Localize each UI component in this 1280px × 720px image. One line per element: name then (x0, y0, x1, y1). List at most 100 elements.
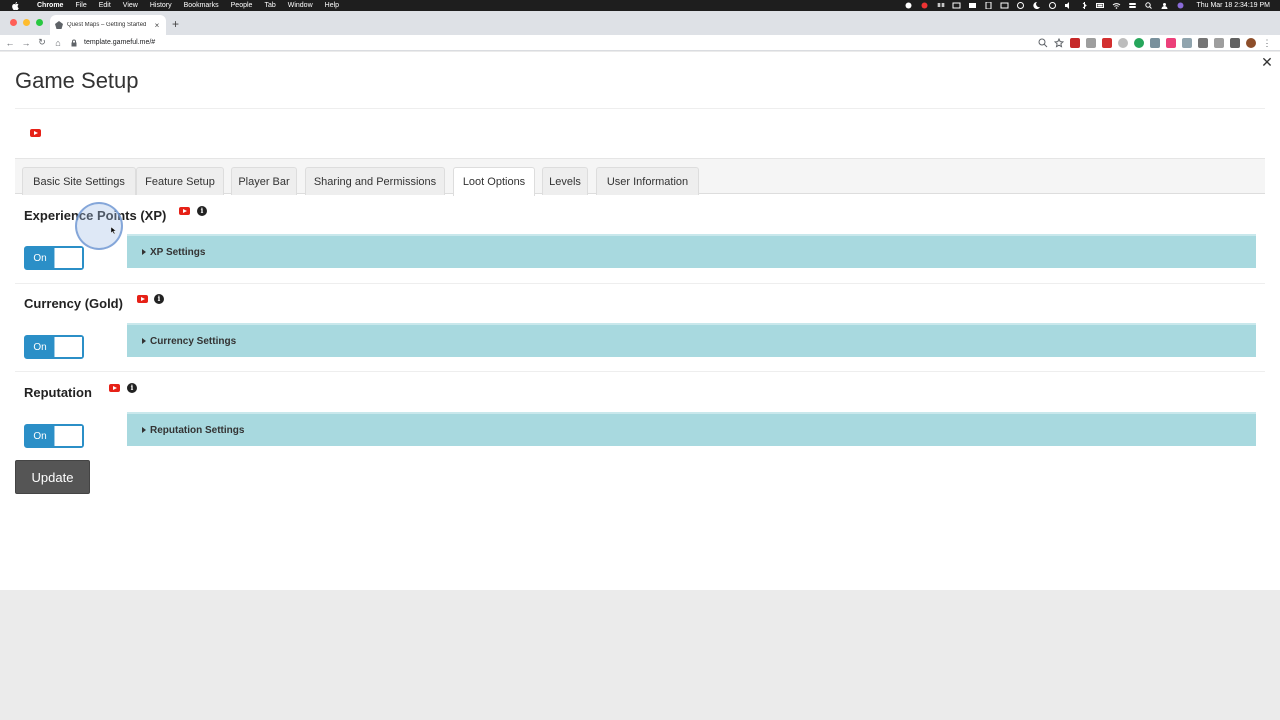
extension-icon[interactable] (1086, 38, 1096, 48)
xp-toggle[interactable]: On (24, 246, 84, 270)
currency-toggle[interactable]: On (24, 335, 84, 359)
toggle-knob (54, 248, 82, 268)
zoom-icon[interactable] (1038, 38, 1048, 48)
tab-close-icon[interactable]: × (152, 21, 162, 30)
menu-app-name[interactable]: Chrome (37, 0, 63, 11)
tab-feature-setup[interactable]: Feature Setup (136, 167, 224, 195)
youtube-icon[interactable] (137, 295, 148, 303)
page-title: Game Setup (15, 68, 139, 93)
status-icon[interactable] (1016, 2, 1025, 9)
status-icon[interactable] (904, 2, 913, 9)
wifi-icon[interactable] (1112, 2, 1121, 9)
status-icon[interactable] (1000, 2, 1009, 9)
lock-icon[interactable] (70, 39, 78, 47)
youtube-icon[interactable] (179, 207, 190, 215)
bluetooth-icon[interactable] (1080, 2, 1089, 9)
xp-settings-label: XP Settings (150, 246, 206, 258)
divider (15, 371, 1265, 372)
close-icon[interactable]: ✕ (1260, 55, 1274, 69)
profile-avatar[interactable] (1246, 38, 1256, 48)
tab-player-bar[interactable]: Player Bar (231, 167, 297, 195)
back-button[interactable]: ← (2, 38, 18, 48)
status-icon[interactable] (920, 2, 929, 9)
toggle-on-label: On (26, 248, 54, 268)
extensions-puzzle-icon[interactable] (1230, 38, 1240, 48)
address-bar[interactable]: template.gameful.me/# (70, 37, 1090, 49)
close-window-button[interactable] (10, 19, 17, 26)
menu-help[interactable]: Help (325, 0, 339, 11)
moon-icon[interactable] (1032, 1, 1041, 9)
extension-icon[interactable] (1118, 38, 1128, 48)
status-icon[interactable] (984, 1, 993, 10)
menu-history[interactable]: History (150, 0, 172, 11)
user-icon[interactable] (1160, 2, 1169, 9)
home-button[interactable]: ⌂ (50, 38, 66, 48)
extension-icon[interactable] (1182, 38, 1192, 48)
extensions-area: ⋮ (1038, 38, 1272, 48)
tab-loot-options[interactable]: Loot Options (453, 167, 535, 196)
expand-triangle-icon (142, 427, 146, 433)
toggle-knob (54, 426, 82, 446)
extension-icon[interactable] (1166, 38, 1176, 48)
battery-icon[interactable] (1096, 2, 1105, 9)
extension-icon[interactable] (1150, 38, 1160, 48)
chrome-menu-icon[interactable]: ⋮ (1262, 38, 1272, 48)
toggle-knob (54, 337, 82, 357)
menu-view[interactable]: View (123, 0, 138, 11)
menu-edit[interactable]: Edit (99, 0, 111, 11)
extension-icon[interactable] (1070, 38, 1080, 48)
tab-levels[interactable]: Levels (542, 167, 588, 195)
tab-user-information[interactable]: User Information (596, 167, 699, 195)
menu-window[interactable]: Window (288, 0, 313, 11)
window-controls (10, 19, 43, 26)
settings-tabs: Basic Site Settings Feature Setup Player… (15, 158, 1265, 196)
forward-button[interactable]: → (18, 38, 34, 48)
dropbox-icon[interactable] (936, 2, 946, 9)
currency-settings-panel[interactable]: Currency Settings (127, 323, 1256, 357)
fullscreen-window-button[interactable] (36, 19, 43, 26)
menu-file[interactable]: File (75, 0, 86, 11)
update-button[interactable]: Update (15, 460, 90, 494)
minimize-window-button[interactable] (23, 19, 30, 26)
menu-people[interactable]: People (231, 0, 253, 11)
siri-icon[interactable] (1176, 2, 1185, 9)
reputation-toggle[interactable]: On (24, 424, 84, 448)
reputation-settings-panel[interactable]: Reputation Settings (127, 412, 1256, 446)
bookmark-star-icon[interactable] (1054, 38, 1064, 48)
extension-icon[interactable] (1102, 38, 1112, 48)
expand-triangle-icon (142, 338, 146, 344)
section-title-reputation: Reputation (24, 385, 92, 400)
tab-basic-site-settings[interactable]: Basic Site Settings (22, 167, 136, 195)
volume-icon[interactable] (1064, 2, 1073, 9)
search-icon[interactable] (1144, 2, 1153, 9)
youtube-icon[interactable] (109, 384, 120, 392)
browser-toolbar: ← → ↻ ⌂ template.gameful.me/# ⋮ (0, 35, 1280, 51)
browser-tab[interactable]: Quest Maps – Getting Started × (50, 15, 166, 35)
menu-bookmarks[interactable]: Bookmarks (184, 0, 219, 11)
info-icon[interactable]: i (154, 294, 164, 304)
status-icon[interactable] (1048, 2, 1057, 9)
url-text[interactable]: template.gameful.me/# (84, 39, 155, 46)
reload-button[interactable]: ↻ (34, 37, 50, 48)
extension-icon[interactable] (1214, 38, 1224, 48)
tab-sharing-and-permissions[interactable]: Sharing and Permissions (305, 167, 445, 195)
status-icon[interactable] (968, 2, 977, 9)
new-tab-button[interactable]: + (172, 17, 179, 31)
control-center-icon[interactable] (1128, 2, 1137, 9)
apple-icon[interactable] (10, 1, 21, 10)
game-setup-page: Game Setup ✕ Basic Site Settings Feature… (0, 52, 1280, 590)
menubar-clock[interactable]: Thu Mar 18 2:34:19 PM (1196, 2, 1270, 9)
extension-icon[interactable] (1134, 38, 1144, 48)
extension-icon[interactable] (1198, 38, 1208, 48)
menu-tab[interactable]: Tab (264, 0, 275, 11)
info-icon[interactable]: i (127, 383, 137, 393)
youtube-icon[interactable] (30, 129, 41, 137)
info-icon[interactable]: i (197, 206, 207, 216)
mouse-cursor-icon (111, 227, 116, 234)
expand-triangle-icon (142, 249, 146, 255)
xp-settings-panel[interactable]: XP Settings (127, 234, 1256, 268)
toggle-on-label: On (26, 337, 54, 357)
divider (15, 108, 1265, 109)
status-icon[interactable] (952, 2, 961, 9)
favicon-icon (55, 21, 63, 29)
